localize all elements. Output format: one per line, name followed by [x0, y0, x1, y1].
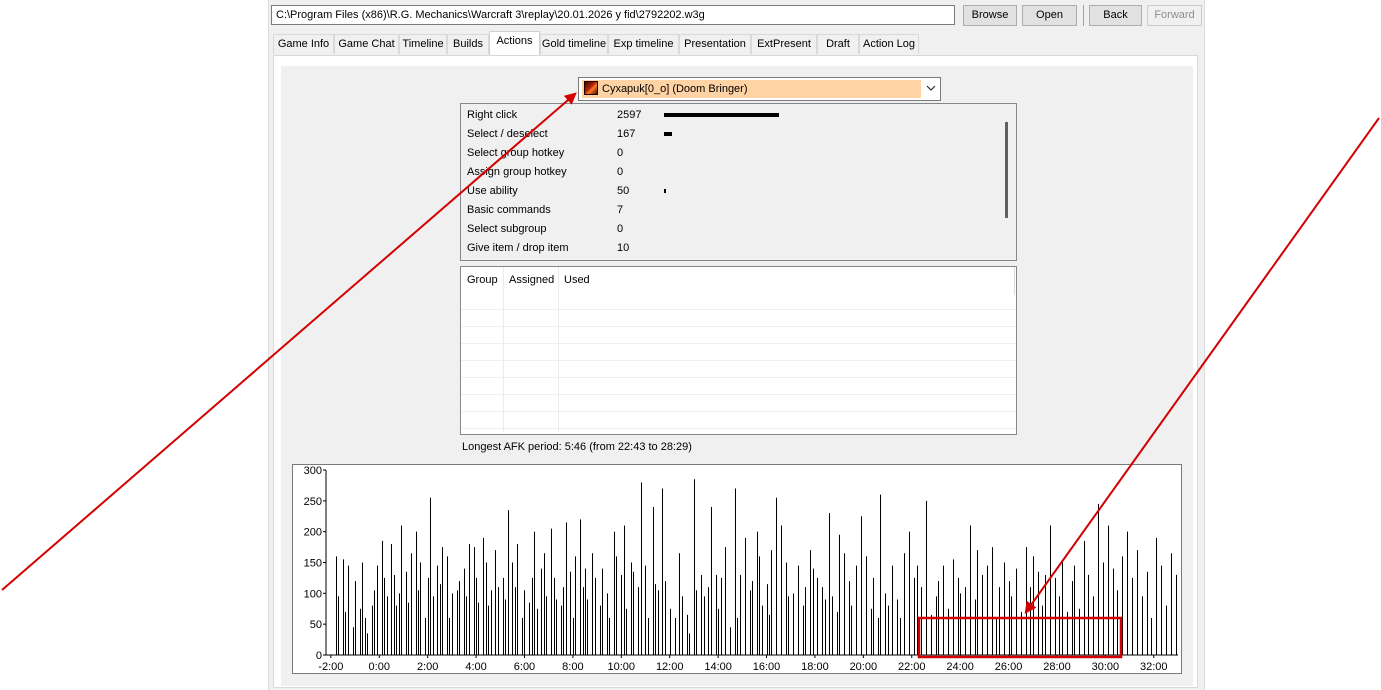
apm-chart-svg: 050100150200250300-2:00 0:00 2:00 4:00 6:00 8…	[304, 465, 1178, 673]
forward-button[interactable]: Forward	[1147, 5, 1202, 26]
hotkey-groups-table: Group Assigned Used	[460, 266, 1017, 435]
action-count: 50	[617, 185, 630, 197]
player-select-value: Cyxapuk[0_o] (Doom Bringer)	[602, 83, 748, 95]
row-divider	[461, 309, 1016, 310]
x-tick-label: 12:00	[656, 661, 684, 673]
x-tick-label: 0:00	[369, 661, 390, 673]
row-divider	[461, 411, 1016, 412]
open-button[interactable]: Open	[1022, 5, 1077, 26]
x-tick-label: 20:00	[850, 661, 878, 673]
tab-game-info[interactable]: Game Info	[273, 34, 334, 54]
row-divider	[461, 326, 1016, 327]
action-label: Select subgroup	[467, 223, 547, 235]
toolbar-separator	[1083, 5, 1084, 26]
action-row: Assign group hotkey 0	[467, 164, 987, 180]
tab-builds[interactable]: Builds	[447, 34, 489, 54]
tab-timeline[interactable]: Timeline	[399, 34, 447, 54]
table-header: Group Assigned Used	[461, 267, 1014, 295]
row-divider	[461, 360, 1016, 361]
action-count: 2597	[617, 109, 642, 121]
tab-extpresent[interactable]: ExtPresent	[751, 34, 817, 54]
action-row: Basic commands 7	[467, 202, 987, 218]
longest-afk-text: Longest AFK period: 5:46 (from 22:43 to …	[462, 441, 692, 453]
y-tick-label: 150	[304, 558, 322, 570]
action-label: Give item / drop item	[467, 242, 569, 254]
action-count: 167	[617, 128, 636, 140]
y-tick-label: 200	[304, 527, 322, 539]
x-tick-label: 18:00	[801, 661, 829, 673]
x-tick-label: 28:00	[1043, 661, 1071, 673]
x-tick-label: 24:00	[946, 661, 974, 673]
action-label: Select / deselect	[467, 128, 548, 140]
action-row: Select subgroup 0	[467, 221, 987, 237]
replay-path-input[interactable]: C:\Program Files (x86)\R.G. Mechanics\Wa…	[271, 5, 955, 25]
x-tick-label: 22:00	[898, 661, 926, 673]
row-divider	[461, 394, 1016, 395]
x-tick-label: 10:00	[608, 661, 636, 673]
y-tick-label: 250	[304, 496, 322, 508]
x-tick-label: 2:00	[417, 661, 438, 673]
action-count: 0	[617, 223, 624, 235]
action-label: Assign group hotkey	[467, 166, 567, 178]
action-label: Basic commands	[467, 204, 551, 216]
tab-exp-timeline[interactable]: Exp timeline	[608, 34, 679, 54]
apm-chart: 0 50 100 150 200 250 300 -2:00 0:00 2:00 4:00 6:00 8…	[292, 464, 1182, 674]
y-tick-label: 100	[304, 588, 322, 600]
column-divider	[503, 267, 504, 432]
action-count: 0	[617, 147, 624, 159]
x-tick-label: 8:00	[562, 661, 583, 673]
action-label: Right click	[467, 109, 518, 121]
action-bar	[664, 132, 672, 136]
action-count: 10	[617, 242, 630, 254]
action-row: Give item / drop item 10	[467, 240, 987, 256]
tab-draft[interactable]: Draft	[817, 34, 859, 54]
action-row: Select group hotkey 0	[467, 145, 987, 161]
action-row: Right click 2597	[467, 107, 987, 123]
action-bar	[664, 189, 666, 193]
x-tick-label: 4:00	[465, 661, 486, 673]
action-row: Use ability 50	[467, 183, 987, 199]
actions-list[interactable]: Right click 2597 Select / deselect 167 S…	[460, 103, 1017, 261]
action-label: Use ability	[467, 185, 518, 197]
x-tick-label: -2:00	[318, 661, 343, 673]
x-tick-label: 30:00	[1092, 661, 1120, 673]
row-divider	[461, 343, 1016, 344]
x-tick-label: 32:00	[1140, 661, 1168, 673]
action-bar	[664, 113, 779, 117]
back-button[interactable]: Back	[1089, 5, 1142, 26]
x-tick-label: 6:00	[514, 661, 535, 673]
actions-scrollbar[interactable]	[1005, 122, 1008, 218]
tab-actions[interactable]: Actions	[489, 31, 540, 55]
row-divider	[461, 428, 1016, 429]
x-tick-label: 16:00	[753, 661, 781, 673]
column-divider	[558, 267, 559, 432]
action-row: Select / deselect 167	[467, 126, 987, 142]
action-label: Select group hotkey	[467, 147, 565, 159]
row-divider	[461, 377, 1016, 378]
chevron-down-icon[interactable]	[926, 83, 936, 93]
column-header-used[interactable]: Used	[564, 274, 590, 286]
column-divider	[1014, 267, 1015, 295]
player-select[interactable]: Cyxapuk[0_o] (Doom Bringer)	[578, 77, 941, 101]
doom-guard-hero-icon	[584, 81, 598, 95]
column-header-group[interactable]: Group	[467, 274, 498, 286]
x-tick-label: 14:00	[704, 661, 732, 673]
y-tick-label: 50	[310, 619, 322, 631]
player-select-highlight: Cyxapuk[0_o] (Doom Bringer)	[582, 80, 921, 98]
tab-game-chat[interactable]: Game Chat	[334, 34, 399, 54]
y-tick-label: 300	[304, 465, 322, 477]
tab-gold-timeline[interactable]: Gold timeline	[540, 34, 608, 54]
action-count: 7	[617, 204, 624, 216]
action-count: 0	[617, 166, 624, 178]
x-tick-label: 26:00	[995, 661, 1023, 673]
column-header-assigned[interactable]: Assigned	[509, 274, 554, 286]
tab-action-log[interactable]: Action Log	[859, 34, 919, 54]
browse-button[interactable]: Browse	[963, 5, 1017, 26]
tab-presentation[interactable]: Presentation	[679, 34, 751, 54]
